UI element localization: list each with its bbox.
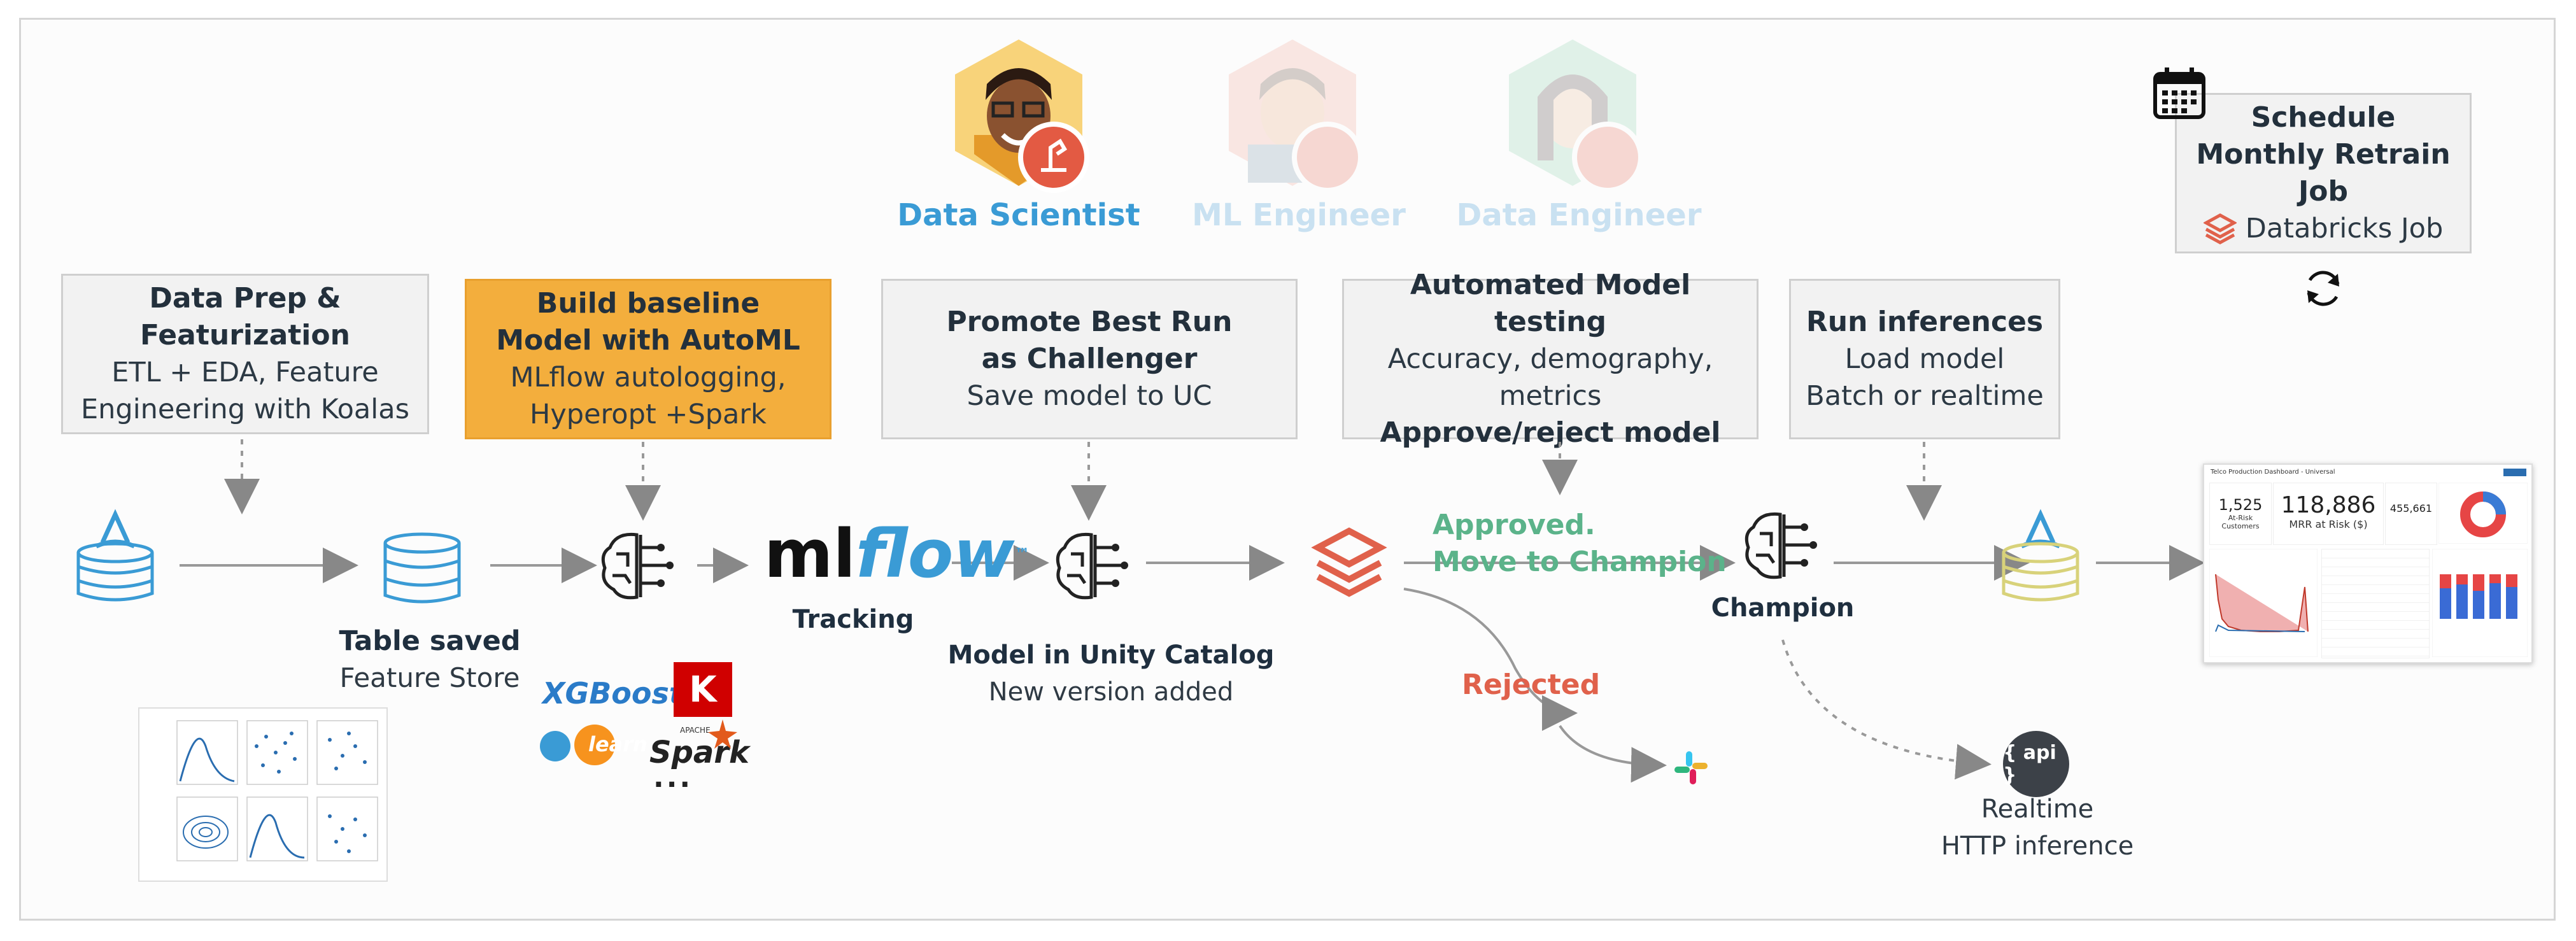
kpi-card-1: 1,525 At-Risk Customers xyxy=(2209,483,2272,545)
xgboost-logo: XGBoost xyxy=(542,676,683,711)
mlflow-logo-ml: ml xyxy=(764,515,856,593)
database-icon xyxy=(383,532,461,604)
unity-catalog-sub: New version added xyxy=(988,677,1234,707)
delta-table-icon xyxy=(2002,509,2079,602)
dashboard-action-button xyxy=(2503,469,2526,476)
api-label: Realtime HTTP inference xyxy=(1923,791,2152,865)
api-line2: HTTP inference xyxy=(1941,831,2134,861)
spark-apache-text: APACHE xyxy=(680,726,711,735)
kpi2-label: MRR at Risk ($) xyxy=(2289,518,2368,530)
slack-icon xyxy=(1674,751,1708,784)
api-badge: { api } xyxy=(2003,731,2069,797)
sklearn-text: learn xyxy=(588,732,648,756)
eda-plot-thumbnail xyxy=(138,707,388,882)
brain-icon xyxy=(1744,512,1817,579)
dashboard-table xyxy=(2321,549,2430,658)
champion-label: Champion xyxy=(1706,590,1859,626)
kpi-card-3: 455,661 xyxy=(2385,483,2437,545)
kpi-card-2: 118,886 MRR at Risk ($) xyxy=(2273,483,2384,545)
dashboard-header: Telco Production Dashboard - Universal xyxy=(2211,469,2335,476)
brain-icon xyxy=(1056,532,1128,600)
keras-logo: K xyxy=(674,662,732,717)
approved-line1: Approved. xyxy=(1433,509,1596,541)
delta-table-icon xyxy=(76,509,154,602)
kpi3-value: 455,661 xyxy=(2389,502,2433,514)
databricks-icon xyxy=(1311,527,1387,597)
mlflow-caption-text: Tracking xyxy=(792,605,914,634)
mlflow-caption: Tracking xyxy=(777,601,930,638)
table-saved-sub: Feature Store xyxy=(339,662,520,693)
mlflow-logo-flow: flow xyxy=(856,515,1015,593)
dashboard-donut-chart xyxy=(2438,483,2528,544)
kpi1-label: At-Risk Customers xyxy=(2221,514,2260,530)
mlflow-logo-tm: ™ xyxy=(1014,545,1030,563)
kpi1-value: 1,525 xyxy=(2218,496,2263,514)
api-line1: Realtime xyxy=(1981,795,2094,824)
dashboard-bar-chart xyxy=(2432,549,2528,657)
sklearn-logo: learn xyxy=(539,723,648,765)
spark-star-icon xyxy=(708,719,737,749)
more-libraries: ... xyxy=(653,761,693,794)
dashboard-thumbnail: Telco Production Dashboard - Universal 1… xyxy=(2203,463,2533,663)
approved-label: Approved. Move to Champion xyxy=(1433,507,1727,581)
table-saved-label: Table saved Feature Store xyxy=(306,623,554,697)
table-saved-title: Table saved xyxy=(339,625,521,657)
kpi2-value: 118,886 xyxy=(2281,492,2376,518)
unity-catalog-title: Model in Unity Catalog xyxy=(947,640,1275,670)
rejected-label: Rejected xyxy=(1462,669,1601,701)
mlflow-logo: mlflow™ xyxy=(764,519,1030,589)
brain-icon xyxy=(601,532,674,600)
approved-line2: Move to Champion xyxy=(1433,546,1727,578)
dashboard-histogram xyxy=(2209,549,2318,657)
unity-catalog-label: Model in Unity Catalog New version added xyxy=(942,637,1280,711)
champion-text: Champion xyxy=(1711,593,1855,623)
